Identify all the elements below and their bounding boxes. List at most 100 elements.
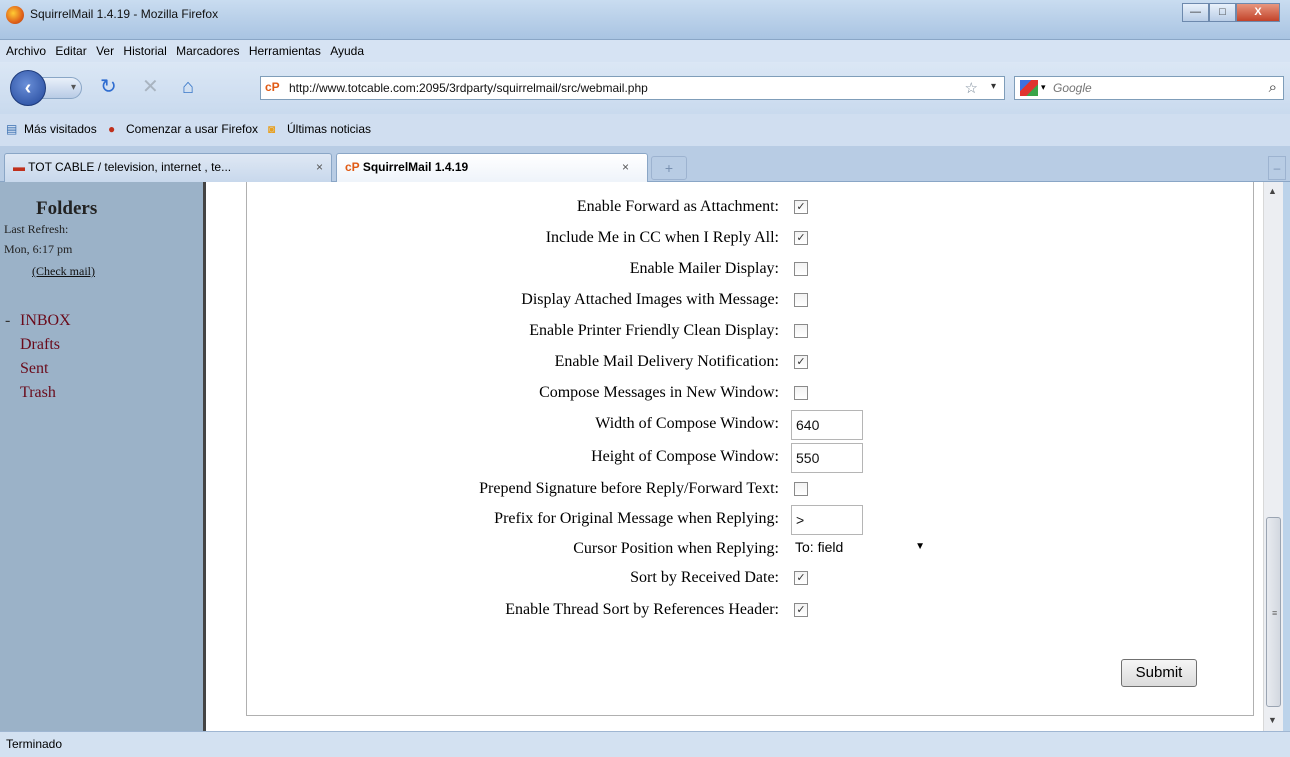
firefox-logo-icon (6, 6, 24, 24)
option-row: Enable Thread Sort by References Header:… (247, 600, 1253, 622)
reply-prefix-input[interactable]: > (791, 505, 863, 535)
last-refresh-label: Last Refresh: (4, 222, 69, 236)
status-text: Terminado (6, 737, 63, 751)
forward-attachment-checkbox[interactable]: ✓ (794, 200, 808, 214)
scroll-down-icon[interactable]: ▼ (1268, 715, 1277, 725)
option-row: Enable Forward as Attachment: ✓ (247, 197, 1253, 219)
option-label: Cursor Position when Replying: (573, 540, 779, 557)
tab-squirrelmail[interactable]: cP SquirrelMail 1.4.19 × (336, 153, 648, 183)
engine-dropdown-icon[interactable]: ▾ (1041, 82, 1046, 93)
option-label: Height of Compose Window: (591, 448, 779, 465)
search-input[interactable] (1053, 80, 1253, 96)
menu-ayuda[interactable]: Ayuda (330, 44, 364, 58)
collapse-marker[interactable]: - (5, 312, 10, 330)
scroll-up-icon[interactable]: ▲ (1268, 186, 1277, 196)
back-arrow-icon[interactable]: ‹ (10, 70, 46, 106)
option-label: Enable Forward as Attachment: (576, 198, 779, 215)
folder-sent[interactable]: Sent (20, 360, 48, 378)
option-label: Display Attached Images with Message: (521, 291, 779, 308)
menu-archivo[interactable]: Archivo (6, 44, 46, 58)
option-label: Compose Messages in New Window: (539, 384, 779, 401)
attached-images-checkbox[interactable] (794, 293, 808, 307)
maximize-button[interactable]: □ (1209, 3, 1236, 22)
bookmark-comenzar[interactable]: Comenzar a usar Firefox (126, 122, 258, 136)
menu-editar[interactable]: Editar (55, 44, 86, 58)
tab-label: TOT CABLE / television, internet , te... (28, 160, 232, 174)
submit-button[interactable]: Submit (1121, 659, 1197, 687)
new-tab-button[interactable]: + (651, 156, 687, 180)
compose-height-input[interactable]: 550 (791, 443, 863, 473)
option-row: Prepend Signature before Reply/Forward T… (247, 479, 1253, 501)
status-bar: Terminado (0, 731, 1290, 757)
firefox-bookmark-icon: ● (108, 122, 116, 136)
option-label: Width of Compose Window: (595, 415, 779, 432)
navigation-toolbar: ▾ ‹ ↻ ✕ ⌂ cP http://www.totcable.com:209… (0, 62, 1290, 114)
option-label: Enable Mail Delivery Notification: (554, 353, 779, 370)
close-tab-icon[interactable]: × (622, 160, 629, 174)
url-dropdown-icon[interactable]: ▾ (991, 81, 996, 92)
bookmark-star-icon[interactable]: ☆ (965, 79, 978, 97)
tab-list-button[interactable]: – (1268, 156, 1286, 180)
tab-label: SquirrelMail 1.4.19 (362, 160, 469, 174)
forward-button[interactable]: ▾ (42, 77, 82, 99)
folder-drafts[interactable]: Drafts (20, 336, 60, 354)
last-refresh-time: Mon, 6:17 pm (4, 242, 73, 256)
select-value: To: field (795, 539, 844, 555)
option-label: Prepend Signature before Reply/Forward T… (479, 480, 779, 497)
close-window-button[interactable]: X (1236, 3, 1280, 22)
reload-icon[interactable]: ↻ (100, 76, 117, 98)
delivery-notification-checkbox[interactable]: ✓ (794, 355, 808, 369)
option-row: Display Attached Images with Message: (247, 290, 1253, 312)
window-border (1283, 182, 1290, 731)
folder-trash[interactable]: Trash (20, 384, 56, 402)
sort-received-date-checkbox[interactable]: ✓ (794, 571, 808, 585)
option-row: Compose Messages in New Window: (247, 383, 1253, 405)
option-label: Enable Mailer Display: (629, 260, 779, 277)
search-bar[interactable]: ▾ ⌕ (1014, 76, 1284, 100)
option-row: Enable Mailer Display: (247, 259, 1253, 281)
compose-width-input[interactable]: 640 (791, 410, 863, 440)
stop-icon[interactable]: ✕ (142, 76, 159, 98)
url-text[interactable]: http://www.totcable.com:2095/3rdparty/sq… (289, 81, 648, 95)
printer-friendly-checkbox[interactable] (794, 324, 808, 338)
folder-sidebar: Folders Last Refresh: Mon, 6:17 pm (Chec… (0, 182, 206, 731)
option-row: Include Me in CC when I Reply All: ✓ (247, 228, 1253, 250)
cursor-position-select[interactable]: To: field ▼ (791, 539, 929, 559)
minimize-button[interactable]: — (1182, 3, 1209, 22)
home-icon[interactable]: ⌂ (182, 76, 194, 98)
menu-ver[interactable]: Ver (96, 44, 114, 58)
option-row: Sort by Received Date: ✓ (247, 568, 1253, 590)
thread-sort-checkbox[interactable]: ✓ (794, 603, 808, 617)
vertical-scrollbar[interactable]: ▲ ≡ ▼ (1263, 182, 1283, 731)
window-titlebar: SquirrelMail 1.4.19 - Mozilla Firefox — … (0, 0, 1290, 40)
compose-new-window-checkbox[interactable] (794, 386, 808, 400)
chevron-down-icon: ▼ (915, 541, 925, 552)
menu-historial[interactable]: Historial (123, 44, 166, 58)
option-row: Enable Printer Friendly Clean Display: (247, 321, 1253, 343)
options-panel: Enable Forward as Attachment: ✓ Include … (209, 182, 1263, 731)
options-form: Enable Forward as Attachment: ✓ Include … (246, 182, 1254, 716)
menu-marcadores[interactable]: Marcadores (176, 44, 239, 58)
bookmark-mas-visitados[interactable]: Más visitados (24, 122, 97, 136)
window-controls: — □ X (1182, 3, 1280, 23)
google-engine-icon[interactable] (1020, 80, 1038, 96)
search-icon[interactable]: ⌕ (1269, 79, 1277, 96)
menu-herramientas[interactable]: Herramientas (249, 44, 321, 58)
mailer-display-checkbox[interactable] (794, 262, 808, 276)
scrollbar-thumb[interactable]: ≡ (1266, 517, 1281, 707)
option-row: Cursor Position when Replying: To: field… (247, 539, 1253, 561)
cpanel-site-icon: cP (265, 80, 280, 94)
option-label: Enable Thread Sort by References Header: (505, 601, 779, 618)
option-label: Prefix for Original Message when Replyin… (494, 510, 779, 527)
folder-inbox[interactable]: INBOX (20, 312, 71, 330)
prepend-signature-checkbox[interactable] (794, 482, 808, 496)
close-tab-icon[interactable]: × (316, 160, 323, 174)
include-me-cc-checkbox[interactable]: ✓ (794, 231, 808, 245)
check-mail-link[interactable]: (Check mail) (32, 264, 95, 279)
option-row: Height of Compose Window: 550 (247, 443, 1253, 473)
url-bar[interactable]: cP http://www.totcable.com:2095/3rdparty… (260, 76, 1005, 100)
tab-totcable[interactable]: ▬ TOT CABLE / television, internet , te.… (4, 153, 332, 182)
bookmark-ultimas-noticias[interactable]: Últimas noticias (287, 122, 371, 136)
option-row: Enable Mail Delivery Notification: ✓ (247, 352, 1253, 374)
bookmarks-toolbar: ▤ Más visitados ● Comenzar a usar Firefo… (0, 114, 1290, 146)
